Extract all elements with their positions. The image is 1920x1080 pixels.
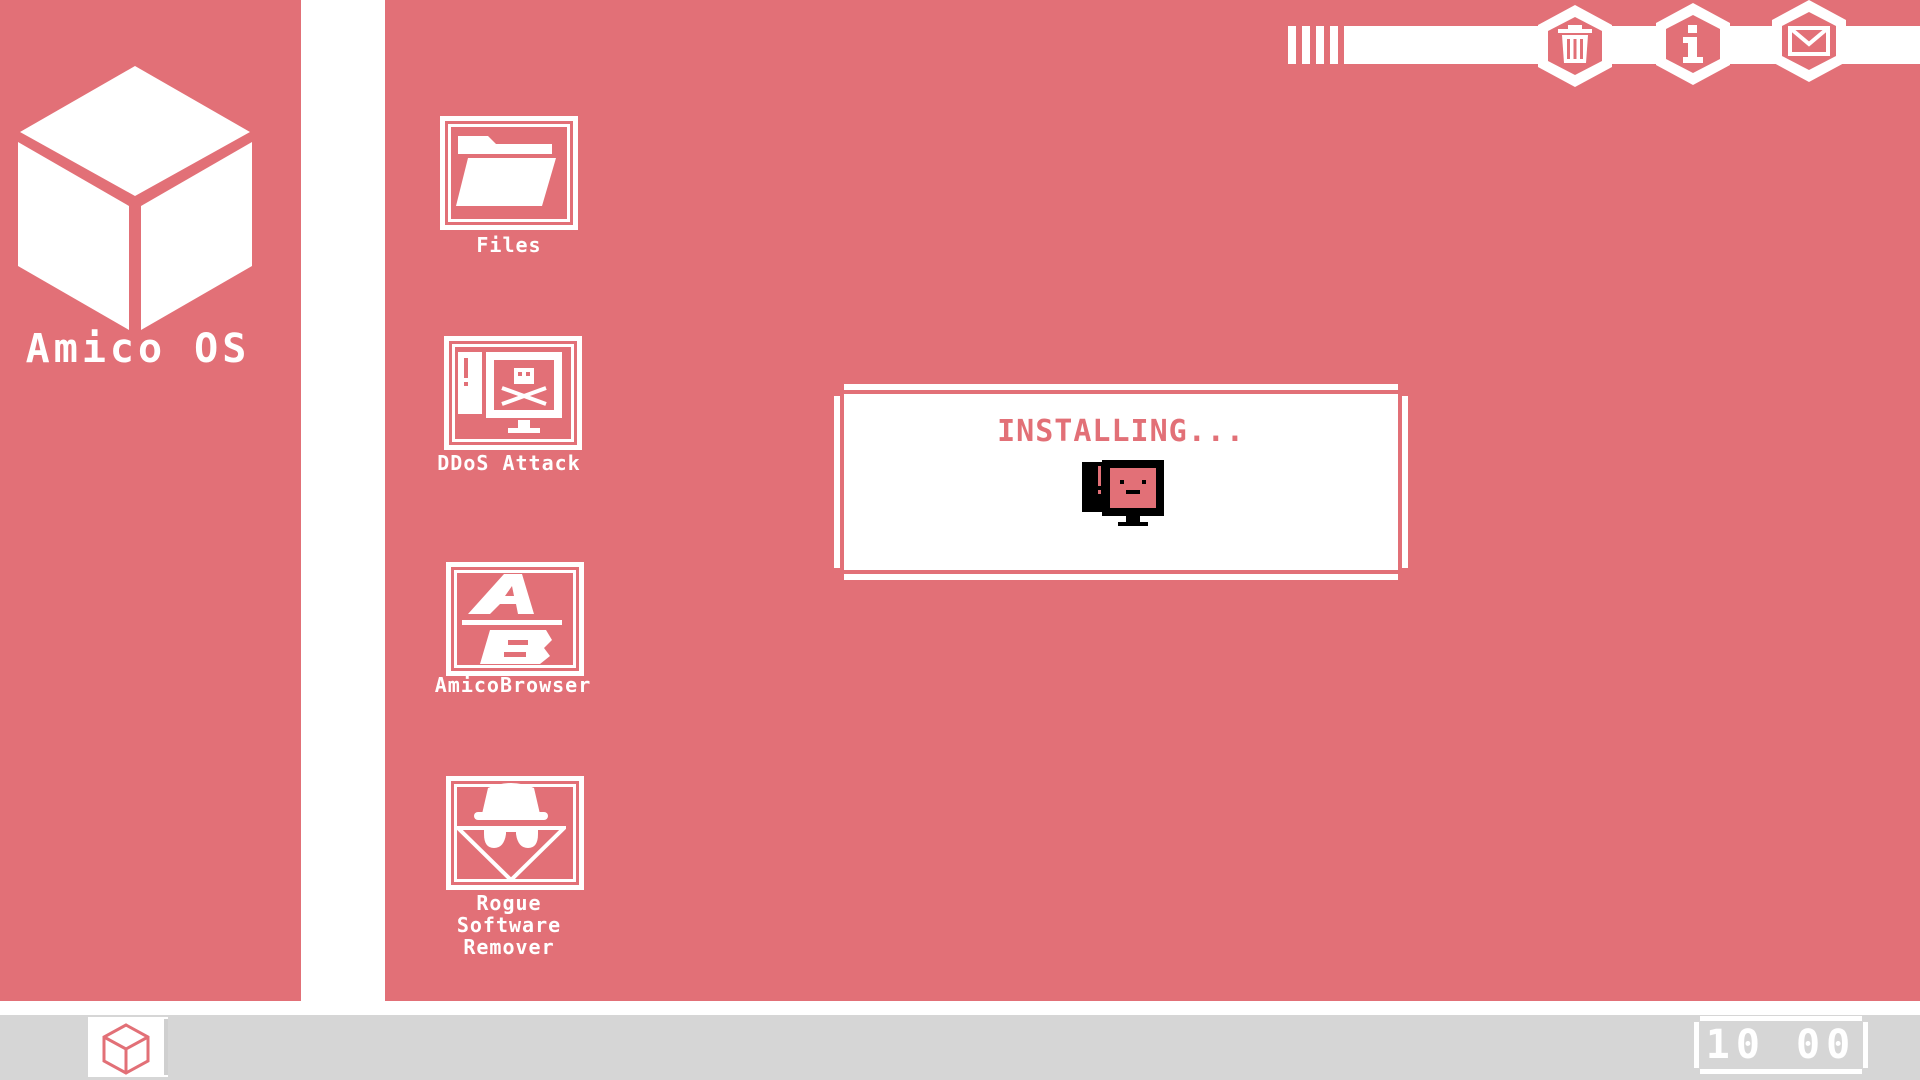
taskbar-border <box>0 1001 1920 1015</box>
desktop-icon-ddos-attack[interactable]: DDoS Attack <box>420 336 610 486</box>
icon-label-files: Files <box>476 233 542 257</box>
desktop-icon-files[interactable]: Files <box>414 116 604 266</box>
info-button[interactable] <box>1650 1 1736 87</box>
browser-ab-icon <box>462 574 562 664</box>
icon-label-line: Rogue <box>476 891 542 915</box>
spy-icon <box>456 783 566 882</box>
desktop-icon-amicobrowser[interactable]: AmicoBrowser <box>420 562 610 712</box>
computer-face-icon <box>1082 460 1164 526</box>
folder-icon <box>456 136 556 206</box>
icon-label-line: Remover <box>463 935 555 959</box>
status-bar-stripes <box>1288 26 1338 64</box>
desktop-icon-rogue-software-remover[interactable]: Rogue Software Remover <box>420 776 610 958</box>
icon-label-ddos: DDoS Attack <box>437 451 581 475</box>
clock: 10 00 <box>1694 1016 1868 1074</box>
cube-logo-icon <box>18 66 252 330</box>
icon-label-line: Software <box>456 913 562 937</box>
skull-computer-icon <box>458 352 562 433</box>
installing-dialog: INSTALLING... <box>834 384 1408 580</box>
icon-label-rogue-software-remover: Rogue Software Remover <box>414 892 604 958</box>
icon-label-amicobrowser: AmicoBrowser <box>434 673 592 697</box>
dialog-title: INSTALLING... <box>997 414 1245 449</box>
trash-button[interactable] <box>1532 3 1618 89</box>
start-button[interactable] <box>88 1017 168 1077</box>
sidebar-divider <box>301 0 385 1001</box>
clock-time: 10 00 <box>1705 1022 1857 1068</box>
mail-button[interactable] <box>1766 0 1852 84</box>
os-name-label: Amico OS <box>25 326 251 372</box>
